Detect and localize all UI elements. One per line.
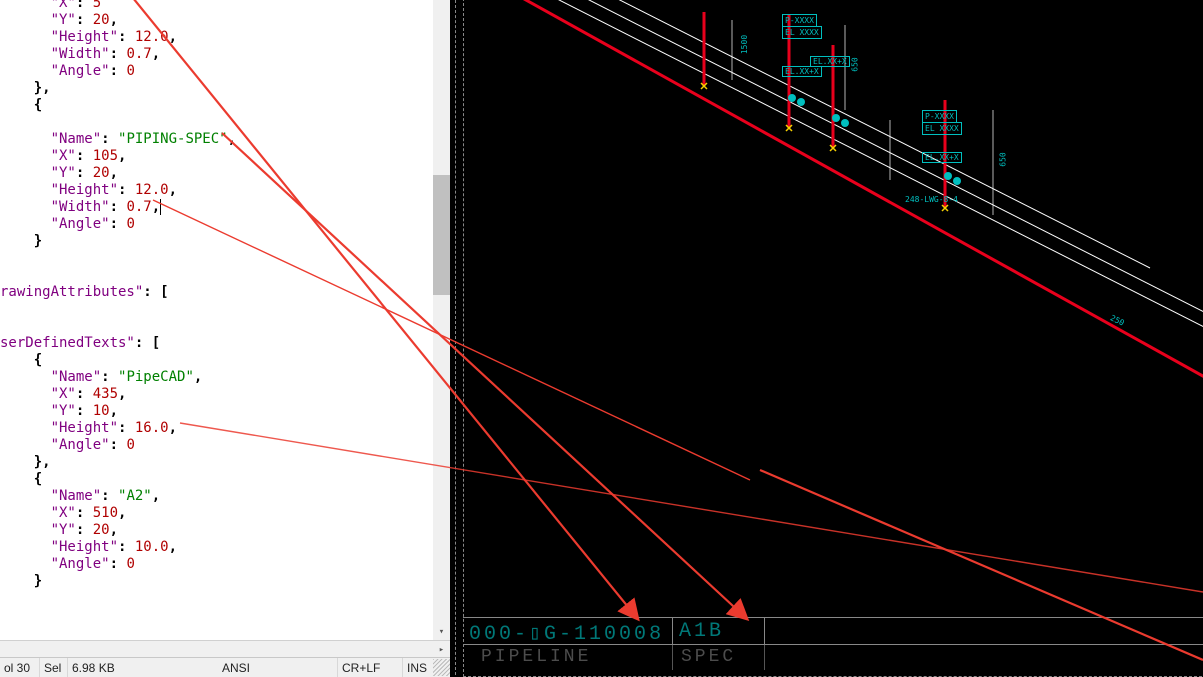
dimension-text: 650 [999, 152, 1008, 166]
status-eol: CR+LF [338, 658, 403, 677]
titleblock-spec-value: A1B [679, 620, 724, 643]
status-bar: ol 30 Sel 6.98 KB ANSI CR+LF INS [0, 657, 450, 677]
horizontal-scrollbar[interactable]: ▸ [0, 640, 450, 657]
component-tag: EL XXXX [922, 122, 962, 135]
titleblock-pipeline-value: 000-▯G-110008 [469, 620, 664, 646]
dimension-text: 650 [851, 57, 860, 71]
status-encoding: ANSI [218, 658, 338, 677]
code-editor[interactable]: "X": 5 "Y": 20, "Height": 12.0, "Width":… [0, 0, 450, 640]
component-tag: EL.XX+X [810, 56, 850, 67]
component-tag: EL XXXX [782, 26, 822, 39]
dimension-text: 1500 [740, 35, 749, 54]
code-content[interactable]: "X": 5 "Y": 20, "Height": 12.0, "Width":… [0, 0, 236, 590]
resize-grip-icon[interactable] [433, 659, 450, 676]
component-tag: EL.XX+X [782, 66, 822, 77]
scroll-thumb[interactable] [433, 175, 450, 295]
titleblock-spec-label: SPEC [681, 647, 736, 667]
component-tag: EL.XX+X [922, 152, 962, 163]
scroll-right-icon[interactable]: ▸ [433, 641, 450, 658]
line-tag: 248-LWG-8-4 [905, 195, 958, 204]
drawing-frame-inner [463, 0, 1203, 677]
status-ins: INS [403, 658, 433, 677]
status-sel-label: Sel [40, 658, 68, 677]
status-filesize: 6.98 KB [68, 658, 188, 677]
editor-pane: "X": 5 "Y": 20, "Height": 12.0, "Width":… [0, 0, 450, 677]
cad-viewer[interactable]: P-XXXX EL XXXX EL.XX+X P-XXXX EL XXXX EL… [450, 0, 1203, 677]
status-cursor: ol 30 [0, 658, 40, 677]
scroll-down-icon[interactable]: ▾ [433, 623, 450, 640]
titleblock-pipeline-label: PIPELINE [481, 647, 591, 667]
title-block: 000-▯G-110008 A1B PIPELINE SPEC [463, 617, 1203, 669]
vertical-scrollbar[interactable]: ▾ [433, 0, 450, 640]
